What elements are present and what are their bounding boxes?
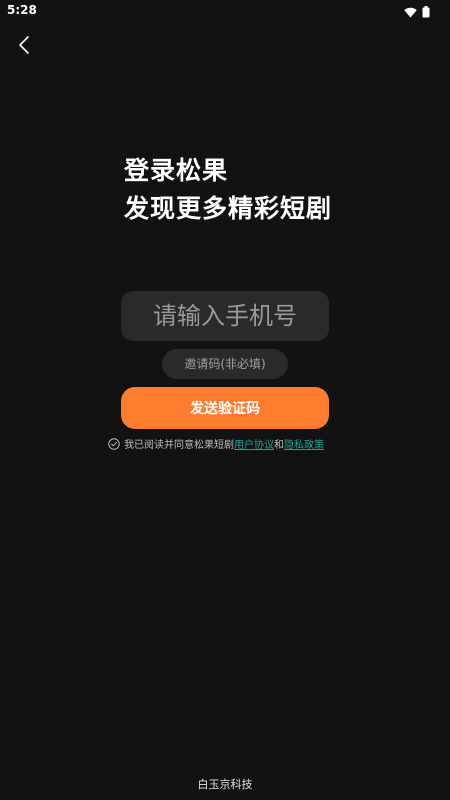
status-icons [404,3,430,22]
footer-company: 白玉京科技 [197,778,253,791]
invite-code-input[interactable] [162,349,288,379]
status-time: 5:28 [7,3,37,17]
send-code-button[interactable]: 发送验证码 [121,387,329,429]
privacy-policy-link[interactable]: 隐私政策 [284,436,324,451]
agreement-text: 我已阅读并同意松果短剧 [124,440,234,451]
phone-input[interactable] [121,291,329,341]
agreement-row: 我已阅读并同意松果短剧 用户协议 和 隐私政策 [108,436,324,451]
wifi-icon [404,3,417,22]
check-circle-icon [108,437,120,450]
page-title: 登录松果 发现更多精彩短剧 [124,152,332,228]
status-bar: 5:28 [0,0,450,22]
back-button[interactable] [12,32,36,58]
agreement-and: 和 [274,440,284,451]
title-line-2: 发现更多精彩短剧 [124,194,333,223]
login-screen: 5:28 登录松果 发现更多精彩短剧 发送验证码 [0,0,450,800]
user-agreement-link[interactable]: 用户协议 [234,436,274,451]
agreement-checkbox[interactable] [108,437,120,450]
battery-icon [422,3,430,22]
chevron-left-icon [19,36,29,54]
title-line-1: 登录松果 [124,156,229,185]
